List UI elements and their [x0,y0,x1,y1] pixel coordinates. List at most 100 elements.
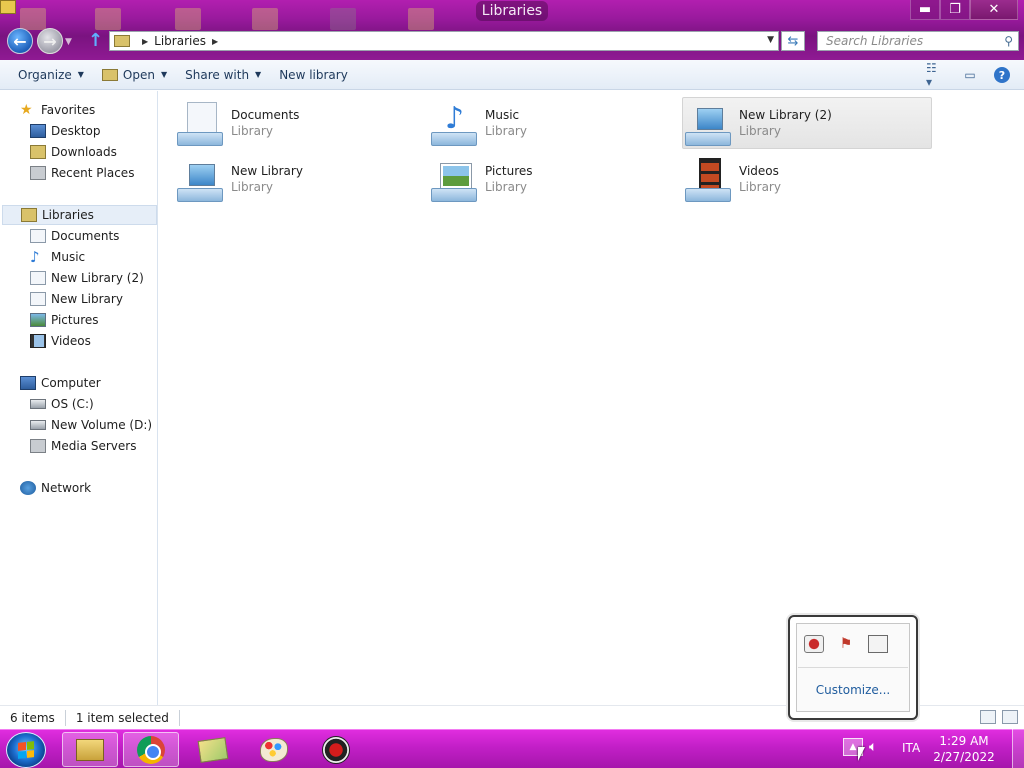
arrow-left-icon: ← [13,31,27,51]
clock-date: 2/27/2022 [933,750,995,764]
sidebar-item-documents[interactable]: Documents [30,226,119,246]
minimize-button[interactable]: ▬ [910,0,940,20]
volume-icon[interactable]: 🔈︎ [869,739,877,755]
taskbar-chrome[interactable] [123,732,179,767]
downloads-folder-icon [30,145,46,159]
details-view-icon[interactable] [980,710,996,724]
network-icon [20,481,36,495]
sidebar-computer[interactable]: Computer [20,373,101,393]
back-button[interactable]: ← [7,28,33,54]
documents-library-icon [177,100,225,146]
network-tray-icon[interactable] [868,635,888,653]
open-menu[interactable]: Open ▼ [101,67,168,82]
documents-icon [30,229,46,243]
new-library-button[interactable]: New library [279,68,348,82]
help-icon[interactable]: ? [994,67,1010,83]
record-tray-icon[interactable] [804,635,824,653]
computer-icon [20,376,36,390]
clock[interactable]: 1:29 AM 2/27/2022 [932,733,996,765]
taskbar-windows-explorer[interactable] [62,732,118,767]
divider [798,667,908,668]
sidebar-network[interactable]: Network [20,478,91,498]
chrome-icon [137,735,165,764]
library-icon [30,292,46,306]
share-with-menu[interactable]: Share with ▼ [185,68,261,82]
sidebar-item-pictures[interactable]: Pictures [30,310,99,330]
arrow-right-icon: → [43,31,57,51]
address-bar[interactable]: ▶ Libraries ▶ ▼ [109,31,779,51]
taskbar-recorder[interactable] [308,732,364,767]
sidebar-favorites[interactable]: ★ Favorites [20,100,95,120]
sidebar-item-new-library-2[interactable]: New Library (2) [30,268,144,288]
sidebar-item-new-volume-d[interactable]: New Volume (D:) [30,415,152,435]
library-item-videos[interactable]: Videos Library [683,153,933,205]
library-icon [685,100,733,146]
sidebar-item-desktop[interactable]: Desktop [30,121,101,141]
maximize-button[interactable]: ❐ [940,0,970,20]
start-button[interactable] [6,732,46,768]
clock-time: 1:29 AM [939,734,989,748]
up-level-button[interactable]: ↑ [88,30,103,51]
breadcrumb-chevron-icon[interactable]: ▶ [142,37,148,46]
sidebar-item-recent-places[interactable]: Recent Places [30,163,134,183]
customize-link[interactable]: Customize... [790,683,916,697]
folder-icon [76,738,104,761]
share-with-label: Share with [185,67,250,82]
organize-menu[interactable]: Organize ▼ [18,68,84,82]
sidebar-libraries[interactable]: Libraries [2,205,157,225]
chevron-up-icon: ▲ [849,742,857,752]
library-item-new-library[interactable]: New Library Library [175,153,425,205]
open-label: Open [122,67,155,82]
sidebar-item-downloads[interactable]: Downloads [30,142,117,162]
sidebar-item-music[interactable]: ♪ Music [30,247,85,267]
libraries-folder-icon [114,35,130,47]
music-library-icon: ♪ [431,100,479,146]
close-button[interactable]: ✕ [970,0,1018,20]
windows-logo-icon [18,741,34,759]
hard-drive-icon [30,420,46,430]
folder-icon [197,736,229,763]
language-indicator[interactable]: ITA [902,741,920,755]
forward-button[interactable]: → [37,28,63,54]
sidebar-item-new-library[interactable]: New Library [30,289,123,309]
library-item-pictures[interactable]: Pictures Library [429,153,679,205]
taskbar-folder[interactable] [185,732,241,767]
window-titlebar: Libraries ▬ ❐ ✕ ← → ▼ ↑ ▶ Libraries ▶ ▼ … [0,0,1024,60]
show-desktop-button[interactable] [1012,729,1024,768]
windows-drive-icon [30,399,46,409]
library-icon [177,156,225,202]
taskbar-paint[interactable] [246,732,302,767]
view-switcher [974,710,1018,724]
arrow-up-icon: ↑ [88,30,104,51]
sidebar-item-media-servers[interactable]: Media Servers [30,436,136,456]
library-item-documents[interactable]: Documents Library [175,97,425,149]
music-note-icon: ♪ [30,248,40,266]
address-history-dropdown-icon[interactable]: ▼ [767,35,774,45]
new-library-label: New library [279,67,348,82]
refresh-button[interactable]: ⇆ [781,31,805,51]
search-icon[interactable]: ⚲ [1004,34,1013,48]
navigation-pane: ★ Favorites Desktop Downloads Recent Pla… [0,91,158,705]
library-item-music[interactable]: ♪ Music Library [429,97,679,149]
chevron-down-icon: ▼ [160,70,168,79]
breadcrumb-chevron-icon[interactable]: ▶ [212,37,218,46]
library-icon [30,271,46,285]
refresh-icon: ⇆ [787,33,799,49]
sidebar-item-os-c[interactable]: OS (C:) [30,394,94,414]
breadcrumb-libraries[interactable]: Libraries [154,34,206,48]
pictures-library-icon [431,156,479,202]
recent-pages-dropdown[interactable]: ▼ [65,37,72,47]
action-center-flag-icon[interactable]: ⚑ [836,635,856,653]
videos-icon [30,334,46,348]
preview-pane-icon[interactable]: ▭ [960,66,980,84]
large-icons-view-icon[interactable] [1002,710,1018,724]
videos-library-icon [685,156,733,202]
selection-count: 1 item selected [66,709,180,726]
search-input[interactable]: Search Libraries ⚲ [817,31,1019,51]
libraries-folder-icon [21,208,37,222]
library-item-new-library-2[interactable]: New Library (2) Library [682,97,932,149]
window-title: Libraries [0,1,1024,21]
change-view-icon[interactable]: ☷ ▾ [926,61,946,89]
sidebar-item-videos[interactable]: Videos [30,331,91,351]
search-placeholder: Search Libraries [826,34,924,48]
